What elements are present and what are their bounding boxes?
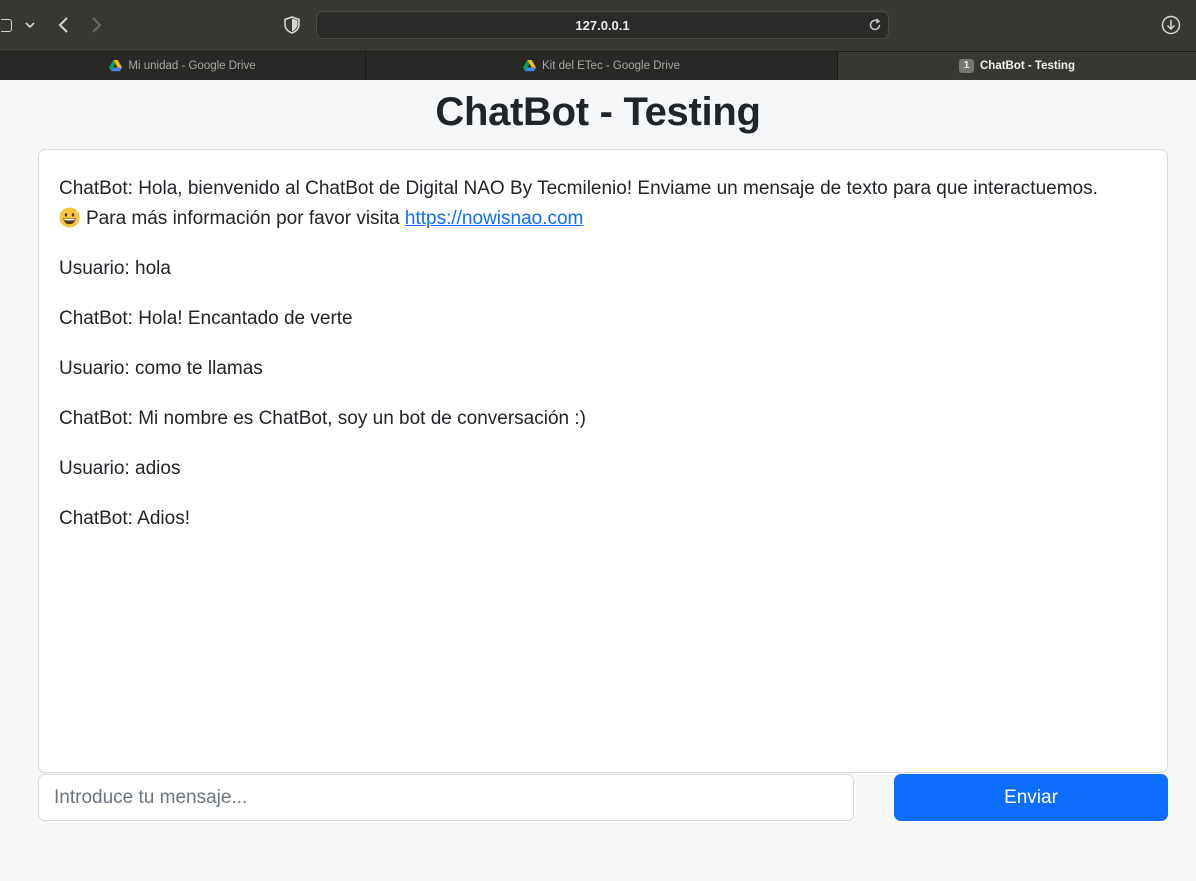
chat-message: Usuario: hola	[59, 258, 171, 279]
browser-toolbar: 127.0.0.1	[0, 0, 1196, 51]
message-text: ChatBot: Hola, bienvenido al ChatBot de …	[59, 178, 1098, 199]
nowisnao-link[interactable]: https://nowisnao.com	[405, 208, 583, 229]
tab-label: Mi unidad - Google Drive	[128, 60, 256, 72]
tab-kit-del-etec[interactable]: Kit del ETec - Google Drive	[366, 52, 838, 80]
message-text: Para más información por favor visita	[86, 208, 400, 229]
tab-number-badge: 1	[959, 59, 974, 73]
chat-message: Usuario: adios	[59, 458, 181, 479]
tab-label: Kit del ETec - Google Drive	[541, 60, 681, 72]
privacy-shield-icon[interactable]	[282, 14, 302, 36]
download-icon[interactable]	[1160, 14, 1182, 36]
url-text: 127.0.0.1	[575, 18, 630, 33]
chat-message: ChatBot: Hola! Encantado de verte	[59, 308, 353, 329]
sidebar-toggle-icon[interactable]	[0, 17, 12, 33]
chat-message: ChatBot: Mi nombre es ChatBot, soy un bo…	[59, 408, 586, 429]
address-bar[interactable]: 127.0.0.1	[316, 11, 889, 39]
chat-message: Usuario: como te llamas	[59, 358, 263, 379]
grinning-face-emoji-icon	[59, 207, 80, 228]
google-drive-icon	[109, 60, 123, 72]
chevron-down-icon[interactable]	[22, 16, 38, 34]
reload-icon[interactable]	[868, 18, 882, 32]
chat-log[interactable]: ChatBot: Hola, bienvenido al ChatBot de …	[38, 149, 1168, 773]
forward-button[interactable]	[86, 13, 108, 37]
chat-message: ChatBot: Adios!	[59, 508, 190, 529]
chat-message: ChatBot: Hola, bienvenido al ChatBot de …	[59, 174, 1147, 234]
message-input[interactable]	[38, 774, 854, 821]
tab-label: ChatBot - Testing	[980, 60, 1075, 72]
send-button[interactable]: Enviar	[894, 774, 1168, 821]
tab-mi-unidad[interactable]: Mi unidad - Google Drive	[0, 52, 366, 80]
page-title: ChatBot - Testing	[435, 90, 761, 134]
tab-chatbot-testing[interactable]: 1 ChatBot - Testing	[838, 52, 1196, 80]
tab-strip: Mi unidad - Google Drive Kit del ETec - …	[0, 51, 1196, 80]
google-drive-icon	[522, 60, 536, 72]
back-button[interactable]	[52, 13, 74, 37]
